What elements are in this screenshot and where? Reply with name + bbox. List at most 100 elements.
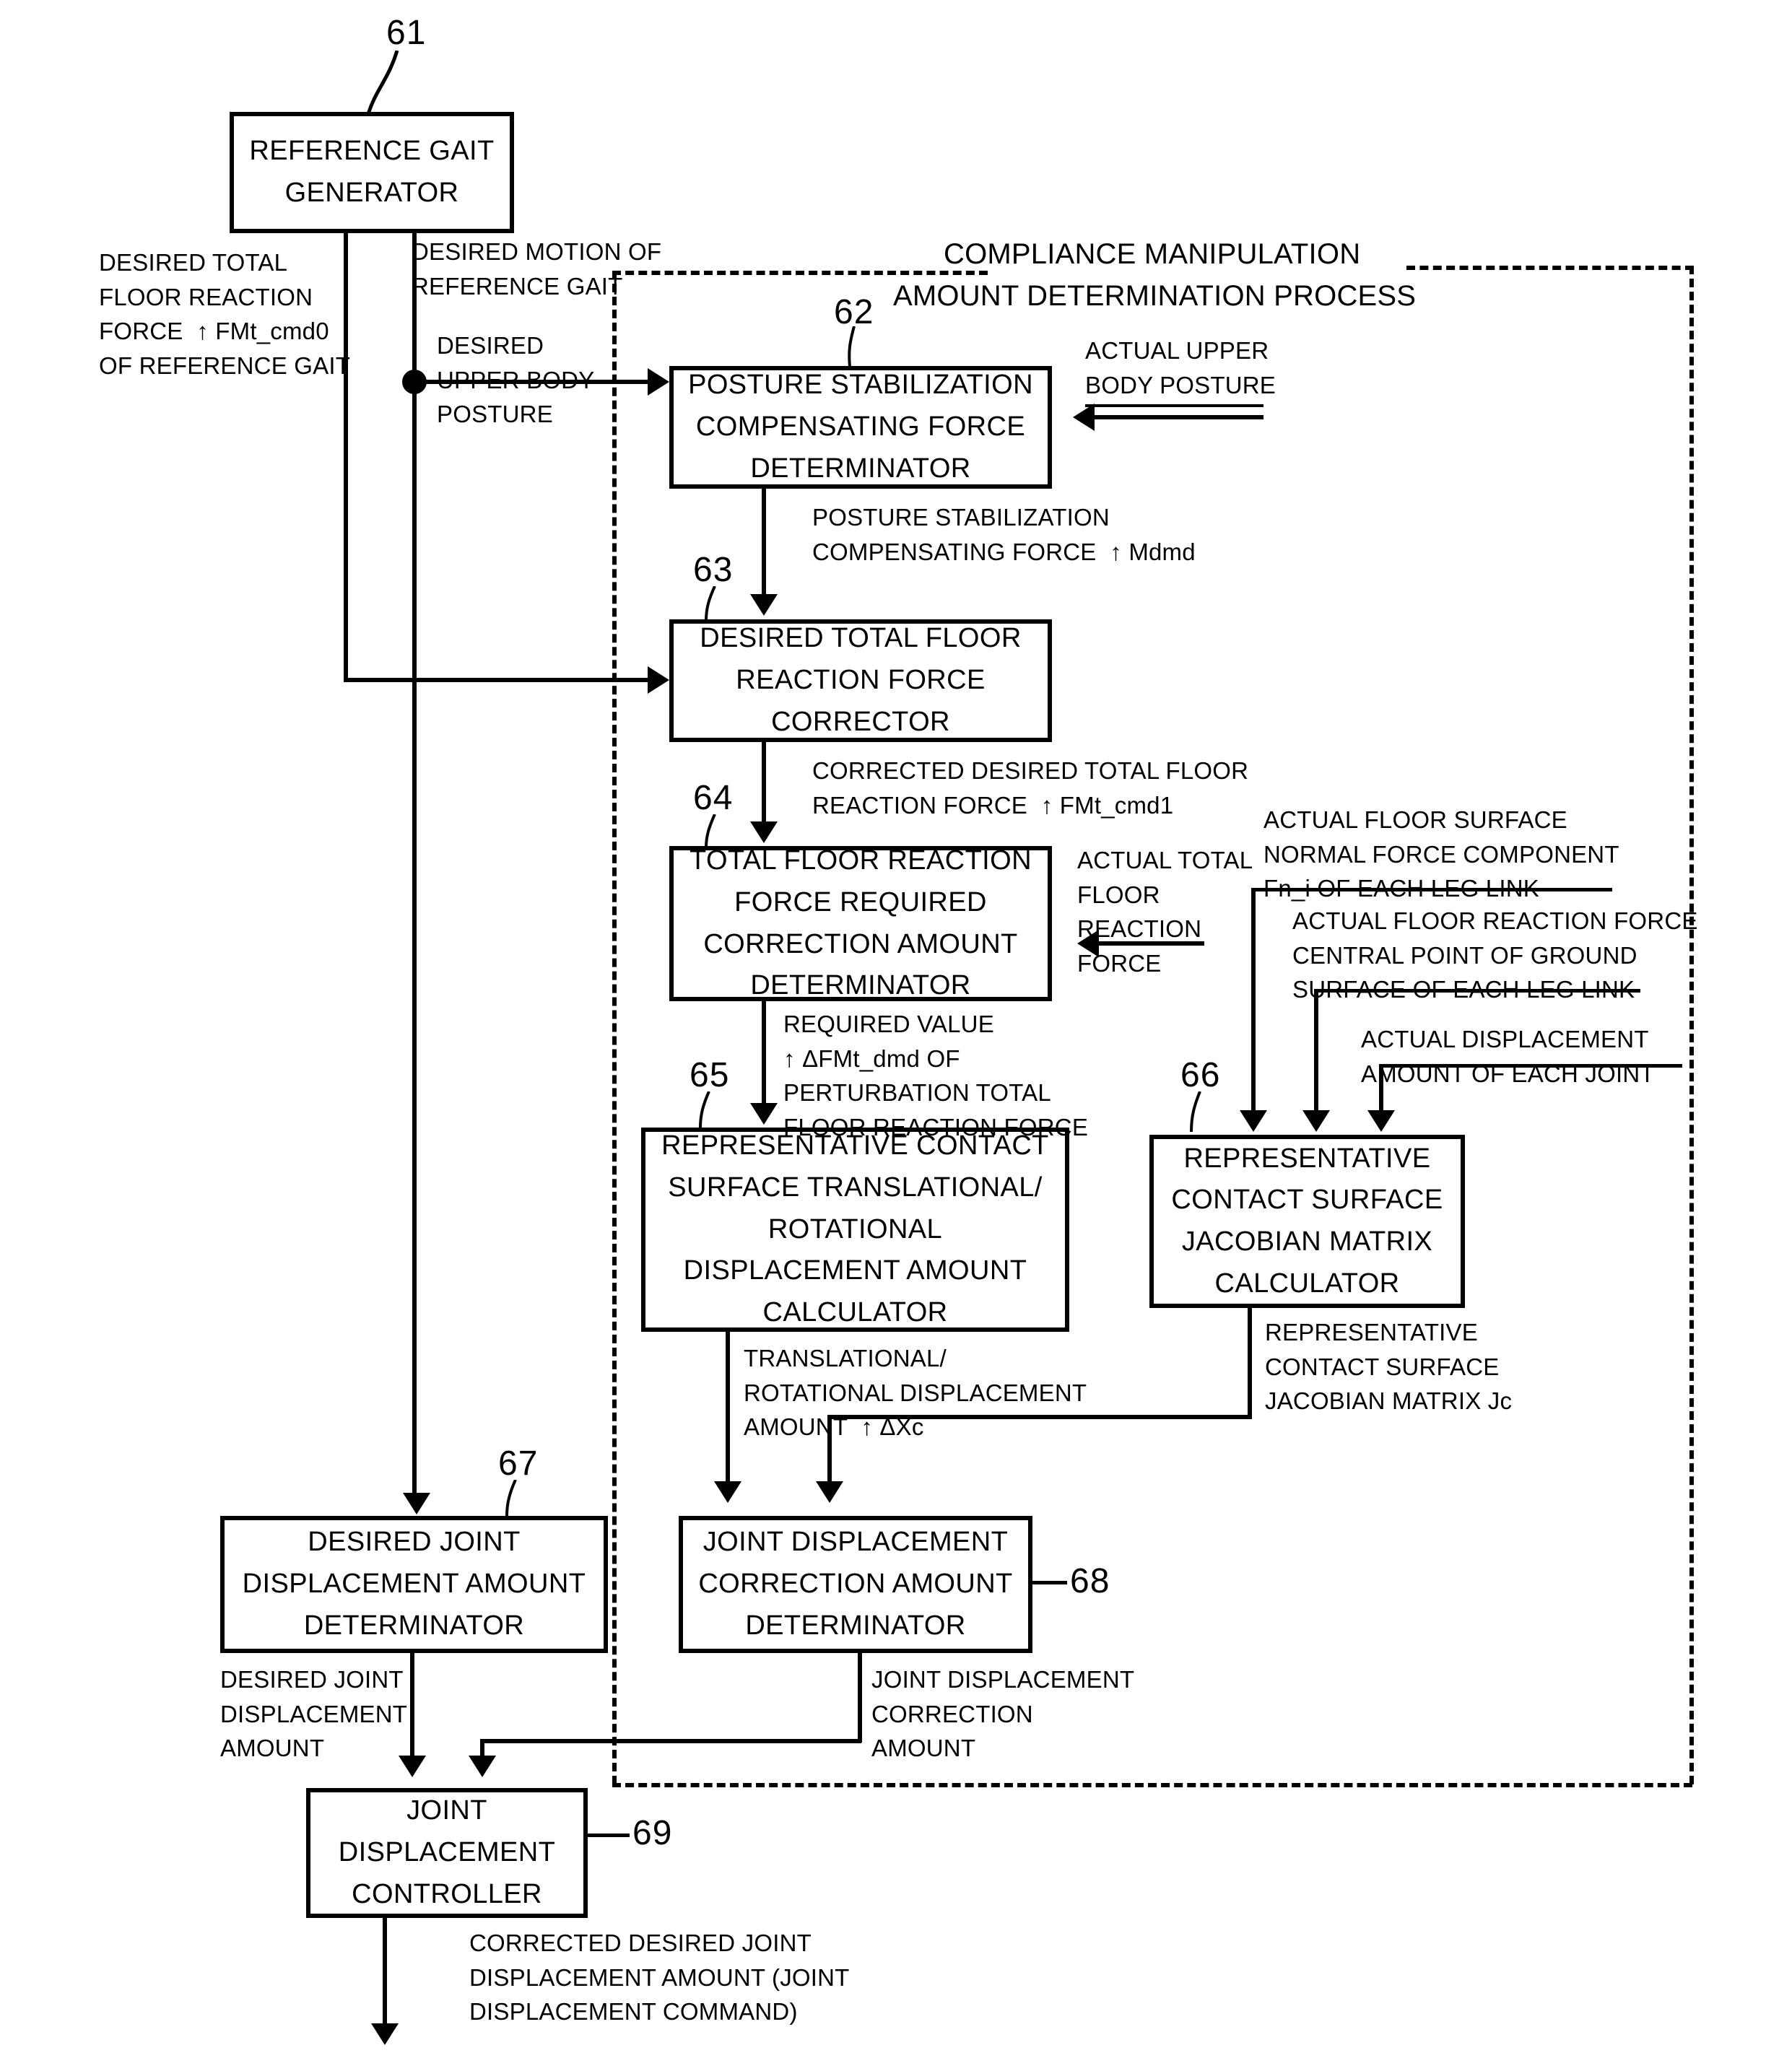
block-66-line-1: REPRESENTATIVE [1183,1143,1431,1174]
numeral-63: 63 [693,551,734,589]
label-actual-displacement-amount-of-each-joint: ACTUAL DISPLACEMENT AMOUNT OF EACH JOINT [1361,1026,1655,1087]
leader-line-65 [699,1091,710,1128]
block-69-line-2: DISPLACEMENT [338,1837,556,1868]
wire-65-to-68-vertical [726,1332,730,1484]
arrowhead-into-66-input-2 [1302,1110,1330,1132]
label-posture-stabilization-compensating-force: POSTURE STABILIZATION COMPENSATING FORCE… [812,504,1196,565]
wire-67-to-69-vertical [410,1653,414,1758]
compliance-region-left-edge [612,271,617,1784]
block-63-line-1: DESIRED TOTAL FLOOR [700,623,1022,654]
numeral-66: 66 [1180,1056,1221,1094]
block-67-line-1: DESIRED JOINT [308,1527,521,1558]
wire-63-to-64-vertical [762,742,766,823]
block-65-line-4: DISPLACEMENT AMOUNT [683,1255,1027,1286]
arrowhead-output-69 [371,2023,399,2045]
label-translational-rotational-displacement-amount: TRANSLATIONAL/ ROTATIONAL DISPLACEMENT A… [744,1345,1087,1441]
block-desired-joint-displacement-amount-determinator[interactable]: DESIRED JOINT DISPLACEMENT AMOUNT DETERM… [220,1516,608,1653]
label-actual-total-floor-reaction-force: ACTUAL TOTAL FLOOR REACTION FORCE [1077,847,1253,977]
wire-62-to-63-vertical [762,489,766,596]
label-desired-total-floor-reaction-force: DESIRED TOTAL FLOOR REACTION FORCE ↑ FMt… [99,249,351,379]
patent-figure-canvas: COMPLIANCE MANIPULATION AMOUNT DETERMINA… [0,0,1792,2058]
block-61-line-2: GENERATOR [284,178,459,208]
block-62-line-3: DETERMINATOR [750,453,971,484]
numeral-68: 68 [1070,1562,1110,1600]
wire-69-output-vertical [383,1918,387,2026]
compliance-region-bottom-edge [612,1783,1692,1787]
block-64-line-2: FORCE REQUIRED [734,886,987,917]
block-64-line-1: TOTAL FLOOR REACTION [690,845,1032,876]
underline-actual-upper-body-posture [1085,404,1263,407]
numeral-65: 65 [690,1056,730,1094]
block-joint-displacement-correction-amount-determinator[interactable]: JOINT DISPLACEMENT CORRECTION AMOUNT DET… [679,1516,1032,1653]
leader-line-63 [705,586,716,622]
numeral-69: 69 [632,1814,673,1852]
block-69-line-3: CONTROLLER [352,1878,542,1909]
block-63-line-3: CORRECTOR [771,706,950,737]
block-67-line-2: DISPLACEMENT AMOUNT [242,1569,586,1600]
block-61-line-1: REFERENCE GAIT [249,136,495,167]
leader-line-69 [588,1834,630,1837]
block-62-line-2: COMPENSATING FORCE [695,411,1026,442]
leader-line-66 [1190,1091,1201,1133]
leader-line-62 [848,326,856,367]
block-68-line-2: CORRECTION AMOUNT [698,1569,1013,1600]
arrowhead-into-68-top-left [714,1481,741,1503]
wire-actual-upper-body-posture [1095,415,1263,419]
compliance-region-top-right-segment [1406,266,1694,270]
wire-68-to-69-horizontal [480,1739,861,1743]
arrowhead-into-66-input-3 [1367,1110,1395,1132]
compliance-region-top-left-segment [612,271,988,275]
block-reference-gait-generator[interactable]: REFERENCE GAIT GENERATOR [230,112,514,233]
label-representative-contact-surface-jacobian-matrix: REPRESENTATIVE CONTACT SURFACE JACOBIAN … [1265,1319,1513,1415]
numeral-61: 61 [386,14,427,52]
label-corrected-desired-total-floor-reaction-force: CORRECTED DESIRED TOTAL FLOOR REACTION F… [812,757,1249,819]
arrowhead-into-62-left [648,368,669,396]
wire-frf-central-point-vertical [1314,989,1318,1113]
arrowhead-into-67-top [403,1493,430,1514]
wire-64-to-65-vertical [762,1001,766,1106]
label-actual-floor-surface-normal-force: ACTUAL FLOOR SURFACE NORMAL FORCE COMPON… [1263,806,1619,902]
arrowhead-into-64-top [750,821,778,843]
compliance-region-title-line2: AMOUNT DETERMINATION PROCESS [893,280,1417,312]
label-corrected-desired-joint-displacement-amount: CORRECTED DESIRED JOINT DISPLACEMENT AMO… [469,1930,850,2026]
numeral-64: 64 [693,779,734,817]
arrowhead-into-62-right [1073,404,1095,431]
block-representative-contact-surface-jacobian-matrix-calculator[interactable]: REPRESENTATIVE CONTACT SURFACE JACOBIAN … [1149,1135,1465,1308]
label-desired-motion-of-reference-gait: DESIRED MOTION OF REFERENCE GAIT [412,238,662,300]
arrowhead-into-65-top [750,1103,778,1125]
compliance-region-title-line1: COMPLIANCE MANIPULATION [944,238,1361,270]
compliance-region-right-edge [1689,266,1694,1784]
block-69-line-1: JOINT [406,1795,487,1826]
label-joint-displacement-correction-amount: JOINT DISPLACEMENT CORRECTION AMOUNT [871,1666,1135,1762]
block-representative-contact-surface-translational-rotational-displacement-amount-calculator[interactable]: REPRESENTATIVE CONTACT SURFACE TRANSLATI… [641,1128,1069,1332]
label-desired-upper-body-posture: DESIRED UPPER BODY POSTURE [437,332,595,428]
wire-68-down [858,1653,862,1743]
block-65-line-2: SURFACE TRANSLATIONAL/ [668,1172,1043,1203]
arrowhead-into-68-top-right [816,1481,843,1503]
leader-line-68 [1032,1581,1067,1584]
block-total-floor-reaction-force-required-correction-amount-determinator[interactable]: TOTAL FLOOR REACTION FORCE REQUIRED CORR… [669,845,1052,1001]
block-66-line-2: CONTACT SURFACE [1171,1185,1443,1216]
block-desired-total-floor-reaction-force-corrector[interactable]: DESIRED TOTAL FLOOR REACTION FORCE CORRE… [669,619,1052,742]
block-64-line-3: CORRECTION AMOUNT [703,928,1018,959]
arrowhead-into-63-left [648,666,669,694]
arrowhead-into-69-top-right [469,1756,496,1777]
block-66-line-3: JACOBIAN MATRIX [1181,1226,1433,1257]
wire-61-to-67-vertical [412,233,417,1496]
label-actual-upper-body-posture: ACTUAL UPPER BODY POSTURE [1085,337,1276,398]
arrowhead-into-66-input-1 [1240,1110,1267,1132]
block-68-line-3: DETERMINATOR [745,1610,966,1641]
wire-61-to-63-horizontal [344,678,652,682]
label-desired-joint-displacement-amount: DESIRED JOINT DISPLACEMENT AMOUNT [220,1666,408,1762]
block-joint-displacement-controller[interactable]: JOINT DISPLACEMENT CONTROLLER [306,1788,588,1918]
wire-66-down [1248,1308,1252,1419]
block-67-line-3: DETERMINATOR [303,1610,525,1641]
block-65-line-3: ROTATIONAL [767,1213,943,1244]
block-66-line-4: CALCULATOR [1214,1268,1400,1299]
label-actual-floor-reaction-force-central-point: ACTUAL FLOOR REACTION FORCE CENTRAL POIN… [1292,907,1698,1003]
leader-line-67 [505,1480,517,1517]
block-63-line-2: REACTION FORCE [736,665,986,696]
block-posture-stabilization-compensating-force-determinator[interactable]: POSTURE STABILIZATION COMPENSATING FORCE… [669,366,1052,489]
leader-line-61 [366,51,399,115]
block-68-line-1: JOINT DISPLACEMENT [703,1527,1009,1558]
